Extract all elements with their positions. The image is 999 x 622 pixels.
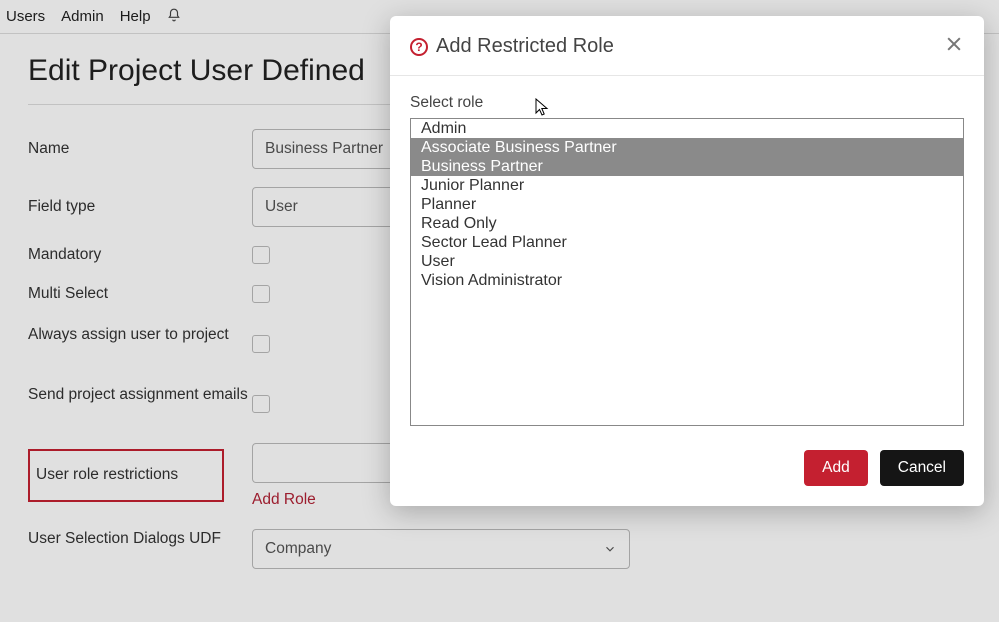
add-restricted-role-modal: ? Add Restricted Role Select role AdminA… [390, 16, 984, 506]
role-option[interactable]: Sector Lead Planner [411, 233, 963, 252]
help-icon[interactable]: ? [410, 38, 428, 56]
cancel-button[interactable]: Cancel [880, 450, 964, 486]
modal-title: Add Restricted Role [436, 35, 614, 58]
role-option[interactable]: Planner [411, 195, 963, 214]
add-button[interactable]: Add [804, 450, 868, 486]
role-option[interactable]: User [411, 252, 963, 271]
role-option[interactable]: Admin [411, 119, 963, 138]
role-option[interactable]: Junior Planner [411, 176, 963, 195]
role-option[interactable]: Vision Administrator [411, 271, 963, 290]
select-role-label: Select role [410, 94, 964, 112]
role-option[interactable]: Associate Business Partner [411, 138, 963, 157]
close-icon[interactable] [944, 34, 964, 59]
role-option[interactable]: Read Only [411, 214, 963, 233]
role-option[interactable]: Business Partner [411, 157, 963, 176]
role-listbox[interactable]: AdminAssociate Business PartnerBusiness … [410, 118, 964, 426]
